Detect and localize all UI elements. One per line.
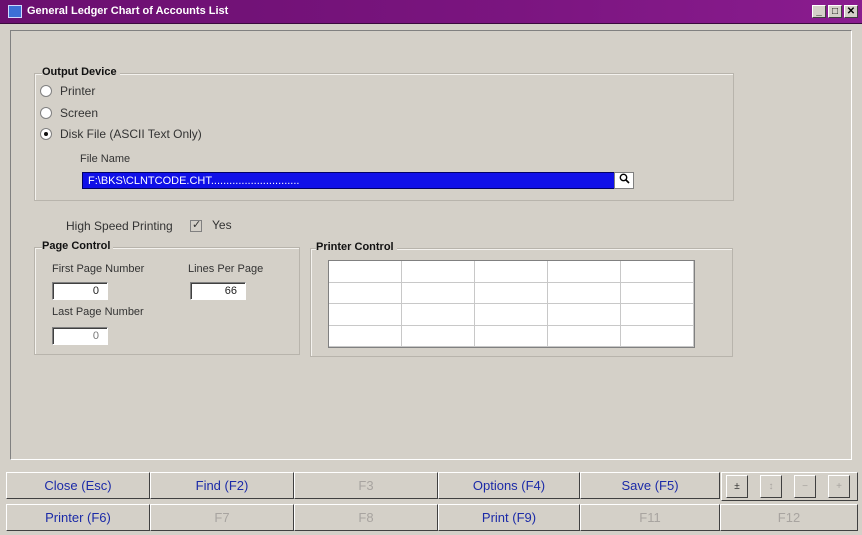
radio-printer-circle[interactable] xyxy=(40,85,52,97)
radio-disk-file-circle[interactable] xyxy=(40,128,52,140)
grid-cell[interactable] xyxy=(402,261,475,283)
maximize-button[interactable]: □ xyxy=(828,5,842,18)
radio-disk-file[interactable]: Disk File (ASCII Text Only) xyxy=(40,127,202,141)
first-page-number-input[interactable]: 0 xyxy=(52,282,108,300)
magnifier-icon[interactable] xyxy=(614,172,634,189)
grid-cell[interactable] xyxy=(475,282,548,304)
grid-cell[interactable] xyxy=(475,304,548,326)
high-speed-yes-label: Yes xyxy=(212,218,232,232)
radio-screen[interactable]: Screen xyxy=(40,106,98,120)
updown-icon[interactable]: ↕ xyxy=(760,475,782,498)
grid-cell[interactable] xyxy=(548,282,621,304)
grid-cell[interactable] xyxy=(621,325,694,347)
grid-cell[interactable] xyxy=(548,261,621,283)
f8-button[interactable]: F8 xyxy=(294,504,438,531)
radio-printer[interactable]: Printer xyxy=(40,84,95,98)
grid-cell[interactable] xyxy=(402,325,475,347)
app-icon xyxy=(8,5,22,18)
lines-per-page-input[interactable]: 66 xyxy=(190,282,246,300)
radio-screen-circle[interactable] xyxy=(40,107,52,119)
f11-button[interactable]: F11 xyxy=(580,504,720,531)
last-page-number-label: Last Page Number xyxy=(52,306,144,318)
grid-cell[interactable] xyxy=(329,325,402,347)
grid-cell[interactable] xyxy=(402,282,475,304)
grid-cell[interactable] xyxy=(329,261,402,283)
minus-icon[interactable]: − xyxy=(794,475,816,498)
high-speed-printing-label: High Speed Printing xyxy=(66,219,173,233)
high-speed-printing-checkbox[interactable] xyxy=(190,218,202,232)
f7-button[interactable]: F7 xyxy=(150,504,294,531)
window-title: General Ledger Chart of Accounts List xyxy=(27,5,229,17)
radio-screen-label: Screen xyxy=(60,106,99,120)
printer-button[interactable]: Printer (F6) xyxy=(6,504,150,531)
page-control-label: Page Control xyxy=(42,240,114,252)
grid-cell[interactable] xyxy=(548,325,621,347)
close-button[interactable]: Close (Esc) xyxy=(6,472,150,499)
grid-cell[interactable] xyxy=(329,304,402,326)
grid-cell[interactable] xyxy=(329,282,402,304)
grid-cell[interactable] xyxy=(475,325,548,347)
title-bar: General Ledger Chart of Accounts List _ … xyxy=(0,0,862,24)
file-name-field[interactable]: F:\BKS\CLNTCODE.CHT.....................… xyxy=(82,172,615,189)
print-button[interactable]: Print (F9) xyxy=(438,504,580,531)
grid-cell[interactable] xyxy=(475,261,548,283)
application-window: General Ledger Chart of Accounts List _ … xyxy=(0,0,862,535)
file-name-label: File Name xyxy=(80,153,131,165)
grid-cell[interactable] xyxy=(548,304,621,326)
find-button[interactable]: Find (F2) xyxy=(150,472,294,499)
options-button[interactable]: Options (F4) xyxy=(438,472,580,499)
radio-printer-label: Printer xyxy=(60,84,96,98)
close-window-button[interactable]: ✕ xyxy=(844,5,858,18)
printer-control-grid[interactable] xyxy=(328,260,695,348)
last-page-number-input[interactable]: 0 xyxy=(52,327,108,345)
grid-cell[interactable] xyxy=(621,261,694,283)
radio-disk-file-label: Disk File (ASCII Text Only) xyxy=(60,127,202,141)
printer-control-label: Printer Control xyxy=(316,241,397,253)
magnifier-icon-graphic xyxy=(619,173,630,184)
output-device-label: Output Device xyxy=(42,66,120,78)
lines-per-page-label: Lines Per Page xyxy=(188,263,264,275)
first-page-number-label: First Page Number xyxy=(52,263,145,275)
save-button[interactable]: Save (F5) xyxy=(580,472,720,499)
minimize-button[interactable]: _ xyxy=(812,5,826,18)
plus-icon[interactable]: + xyxy=(828,475,850,498)
f12-button[interactable]: F12 xyxy=(720,504,858,531)
grid-cell[interactable] xyxy=(402,304,475,326)
grid-cell[interactable] xyxy=(621,282,694,304)
grid-cell[interactable] xyxy=(621,304,694,326)
sort-icon[interactable]: ± xyxy=(726,475,748,498)
f3-button[interactable]: F3 xyxy=(294,472,438,499)
